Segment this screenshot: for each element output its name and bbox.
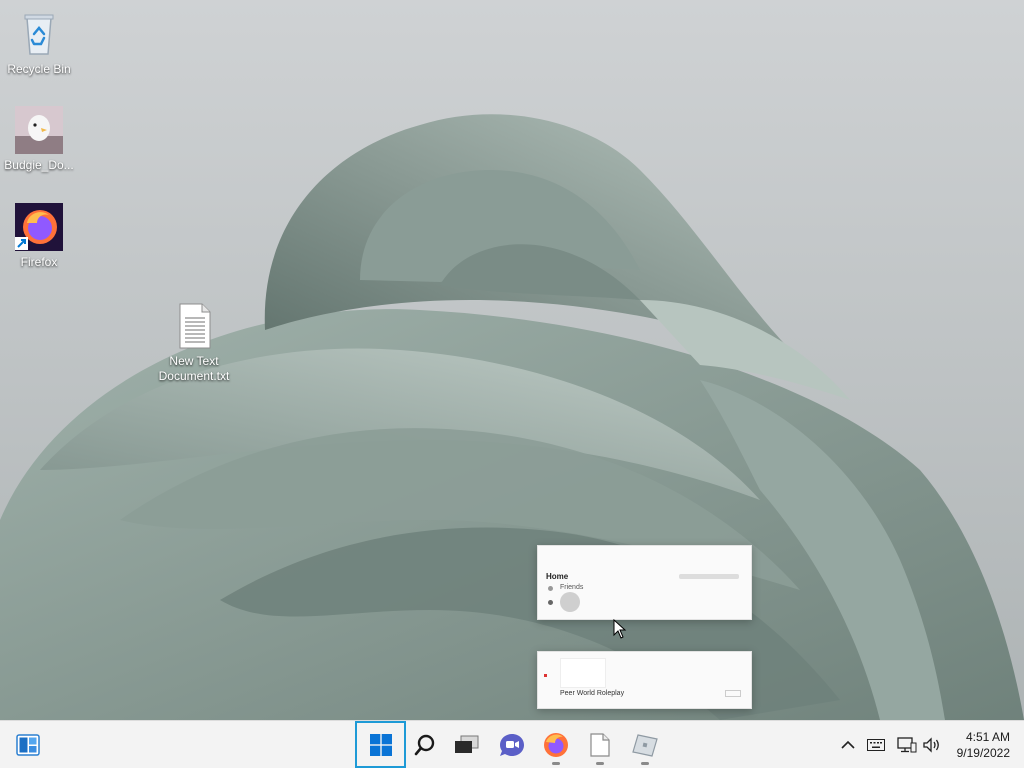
firefox-shortcut-icon (15, 203, 63, 251)
clock-time: 4:51 AM (965, 730, 1010, 744)
roblox-icon (632, 733, 658, 757)
desktop-icon-firefox[interactable]: Firefox (1, 203, 77, 270)
taskbar-preview-window-2[interactable]: Peer World Roleplay (537, 651, 752, 709)
notepad-taskbar-button[interactable] (578, 721, 622, 768)
nav-dot-icon (548, 586, 553, 591)
show-hidden-icons-button[interactable] (838, 735, 858, 755)
start-icon (369, 733, 392, 756)
desktop-icon-budgie-doc[interactable]: Budgie_Do... (1, 106, 77, 173)
taskbar-preview-window-1[interactable]: Home Friends (537, 545, 752, 620)
running-indicator (596, 762, 604, 765)
chat-icon (500, 733, 524, 756)
image-thumbnail-icon (15, 106, 63, 154)
taskbar: 4:51 AM 9/19/2022 (0, 720, 1024, 768)
close-icon (544, 674, 547, 677)
preview-title: Peer World Roleplay (560, 690, 625, 697)
recycle-bin-icon (15, 10, 63, 58)
preview-card (560, 658, 606, 688)
running-indicator (641, 762, 649, 765)
avatar (560, 592, 580, 612)
preview-button (725, 690, 741, 697)
task-view-button[interactable] (445, 721, 489, 768)
firefox-taskbar-button[interactable] (534, 721, 578, 768)
search-button[interactable] (403, 721, 447, 768)
nav-dot-icon (548, 600, 553, 605)
chevron-up-icon (841, 740, 855, 749)
text-file-icon (170, 302, 218, 350)
desktop-icon-label: New Text Document.txt (158, 354, 230, 383)
network-icon (897, 737, 917, 753)
clock-date: 9/19/2022 (956, 746, 1010, 760)
desktop-icon-new-text-document[interactable]: New Text Document.txt (156, 302, 232, 384)
desktop-wallpaper (0, 0, 1024, 720)
touch-keyboard-button[interactable] (866, 735, 886, 755)
widgets-icon (16, 733, 40, 756)
desktop-icon-label: Firefox (20, 255, 58, 269)
keyboard-icon (867, 739, 885, 751)
desktop-icon-recycle-bin[interactable]: Recycle Bin (1, 10, 77, 77)
mouse-cursor-icon (613, 619, 627, 639)
desktop-icon-label: Recycle Bin (7, 62, 71, 76)
preview-section: Friends (560, 584, 584, 591)
chat-button[interactable] (490, 721, 534, 768)
desktop-icon-label: Budgie_Do... (4, 158, 74, 172)
firefox-icon (544, 732, 568, 757)
preview-title: Home (546, 572, 569, 581)
network-button[interactable] (897, 735, 917, 755)
running-indicator (552, 762, 560, 765)
taskbar-clock[interactable]: 4:51 AM 9/19/2022 (957, 729, 1010, 761)
roblox-taskbar-button[interactable] (623, 721, 667, 768)
notepad-icon (590, 732, 610, 757)
speaker-icon (923, 737, 939, 753)
search-icon (414, 734, 435, 755)
volume-button[interactable] (922, 735, 942, 755)
start-button[interactable] (355, 721, 406, 768)
preview-toolbar (679, 574, 739, 579)
widgets-button[interactable] (6, 721, 50, 768)
task-view-icon (455, 735, 479, 753)
